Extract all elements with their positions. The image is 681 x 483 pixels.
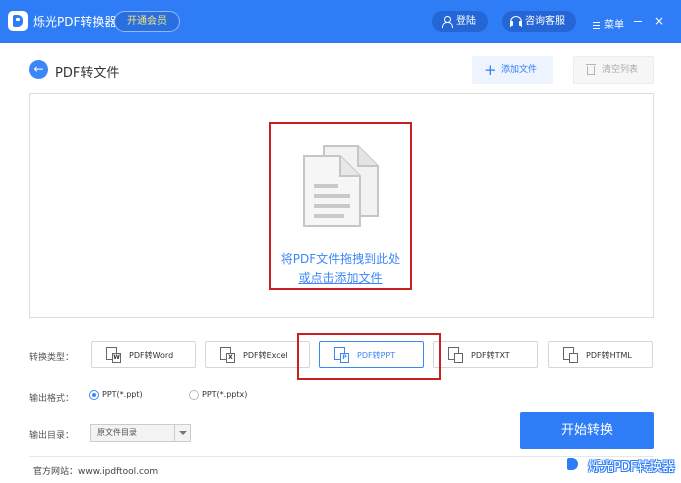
- headset-icon: [510, 16, 522, 27]
- output-format-label: 输出格式：: [29, 394, 75, 404]
- conversion-option-label: PDF转TXT: [471, 351, 510, 360]
- support-button[interactable]: 咨询客服: [502, 11, 576, 32]
- output-dir-select[interactable]: 原文件目录: [90, 424, 191, 442]
- footer-divider: [29, 456, 654, 457]
- support-label: 咨询客服: [525, 16, 565, 27]
- annotation-highlight-box: [297, 333, 441, 380]
- output-dir-label: 输出目录：: [29, 431, 75, 441]
- annotation-highlight-box: [269, 122, 412, 290]
- format-option-label[interactable]: PPT(*.ppt): [102, 390, 143, 399]
- watermark-text: 烁光PDF转换器: [588, 460, 675, 475]
- app-title: 烁光PDF转换器: [33, 15, 117, 29]
- user-icon: [441, 16, 453, 28]
- close-icon[interactable]: ×: [652, 14, 666, 28]
- word-file-icon: W: [106, 347, 121, 363]
- add-file-button[interactable]: + 添加文件: [472, 56, 553, 84]
- format-option-label[interactable]: PPT(*.pptx): [202, 390, 247, 399]
- vip-button[interactable]: 开通会员: [114, 11, 180, 32]
- page-title: PDF转文件: [55, 66, 120, 81]
- watermark: 烁光PDF转换器: [566, 456, 678, 476]
- add-file-label: 添加文件: [501, 65, 538, 75]
- clear-list-label: 清空列表: [602, 65, 639, 75]
- format-radio-pptx[interactable]: [189, 390, 199, 400]
- menu-button[interactable]: 菜单: [593, 16, 624, 31]
- menu-label: 菜单: [604, 20, 624, 31]
- conversion-option-txt[interactable]: PDF转TXT: [433, 341, 538, 368]
- app-logo-icon: [8, 11, 28, 31]
- excel-file-icon: X: [220, 347, 235, 363]
- html-file-icon: [563, 347, 578, 363]
- plus-icon: +: [484, 61, 497, 79]
- conversion-type-label: 转换类型：: [29, 353, 75, 363]
- conversion-option-excel[interactable]: X PDF转Excel: [205, 341, 310, 368]
- start-convert-button[interactable]: 开始转换: [520, 412, 654, 449]
- conversion-option-html[interactable]: PDF转HTML: [548, 341, 653, 368]
- minimize-icon[interactable]: [631, 14, 645, 28]
- official-site-text: 官方网站：www.ipdftool.com: [33, 467, 159, 477]
- conversion-option-word[interactable]: W PDF转Word: [91, 341, 196, 368]
- trash-icon: [586, 64, 596, 75]
- output-dir-value: 原文件目录: [97, 428, 137, 437]
- conversion-option-label: PDF转Excel: [243, 351, 288, 360]
- watermark-logo-icon: [567, 458, 578, 470]
- conversion-option-label: PDF转HTML: [586, 351, 632, 360]
- login-label: 登陆: [456, 16, 476, 27]
- format-radio-ppt[interactable]: [89, 390, 99, 400]
- title-bar: 烁光PDF转换器 开通会员 登陆 咨询客服 菜单 ×: [0, 0, 681, 43]
- clear-list-button[interactable]: 清空列表: [573, 56, 654, 84]
- login-button[interactable]: 登陆: [432, 11, 488, 32]
- back-arrow-icon[interactable]: ←: [29, 60, 48, 79]
- txt-file-icon: [448, 347, 463, 363]
- menu-icon: [593, 21, 600, 29]
- conversion-option-label: PDF转Word: [129, 351, 174, 360]
- chevron-down-icon[interactable]: [174, 425, 190, 441]
